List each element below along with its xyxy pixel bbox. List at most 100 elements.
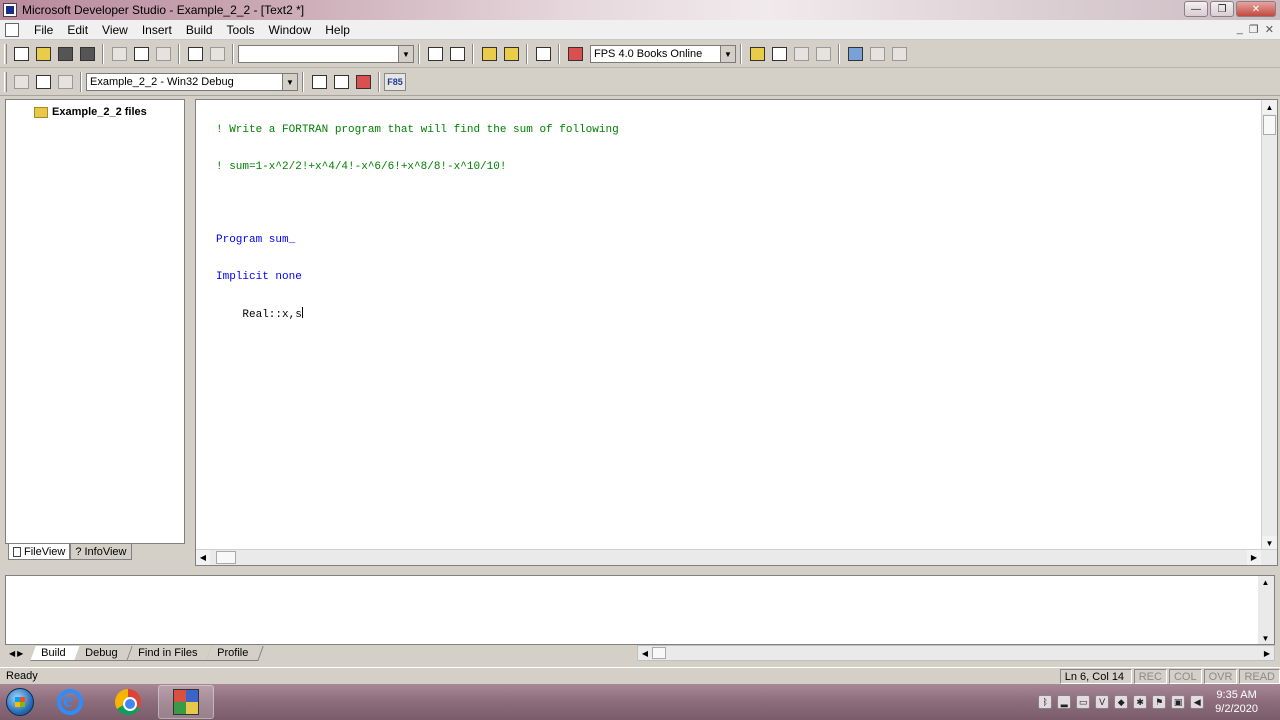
app-icon[interactable]: [3, 3, 17, 17]
hscroll-thumb[interactable]: [652, 647, 666, 659]
search-next-button[interactable]: [500, 43, 522, 65]
previous-topic-button[interactable]: [790, 43, 812, 65]
find-combo-dropdown-icon[interactable]: ▼: [398, 45, 414, 63]
menu-help[interactable]: Help: [318, 20, 357, 40]
code-editor[interactable]: ! Write a FORTRAN program that will find…: [195, 99, 1278, 566]
toolbar-grip[interactable]: [4, 72, 7, 92]
taskbar-internet-explorer[interactable]: [42, 685, 98, 719]
books-combo-dropdown-icon[interactable]: ▼: [720, 45, 736, 63]
output-window[interactable]: ▲ ▼: [5, 575, 1275, 645]
mdi-restore-button[interactable]: ❐: [1249, 23, 1259, 36]
new-file-button[interactable]: [10, 43, 32, 65]
save-button[interactable]: [54, 43, 76, 65]
menu-window[interactable]: Window: [262, 20, 319, 40]
next-topic-button[interactable]: [812, 43, 834, 65]
scroll-thumb[interactable]: [1263, 115, 1276, 135]
title-bar[interactable]: Microsoft Developer Studio - Example_2_2…: [0, 0, 1280, 20]
scroll-down-icon[interactable]: ▼: [1262, 536, 1277, 550]
bluetooth-icon[interactable]: ᛒ: [1038, 695, 1053, 709]
menu-edit[interactable]: Edit: [60, 20, 95, 40]
output-horizontal-scrollbar[interactable]: ◀ ▶: [637, 645, 1275, 661]
replace-button[interactable]: [446, 43, 468, 65]
scroll-left-icon[interactable]: ◀: [196, 550, 210, 565]
signal-icon[interactable]: ▂: [1057, 695, 1072, 709]
tab-build[interactable]: Build: [30, 645, 82, 661]
hscroll-thumb[interactable]: [216, 551, 236, 564]
home-button[interactable]: [564, 43, 586, 65]
close-button[interactable]: ✕: [1236, 1, 1276, 17]
scroll-right-icon[interactable]: ▶: [1247, 550, 1261, 565]
tab-debug[interactable]: Debug: [74, 645, 134, 661]
cut-button[interactable]: [108, 43, 130, 65]
tab-find-in-files[interactable]: Find in Files: [127, 645, 213, 661]
find-combo[interactable]: [238, 45, 398, 63]
find-in-files-button[interactable]: [424, 43, 446, 65]
monitor-icon[interactable]: ▭: [1076, 695, 1091, 709]
editor-vertical-scrollbar[interactable]: ▲ ▼: [1261, 100, 1277, 550]
flag-icon[interactable]: ⚑: [1152, 695, 1167, 709]
scroll-up-icon[interactable]: ▲: [1258, 576, 1273, 588]
start-button[interactable]: [0, 684, 40, 720]
breakpoint-button[interactable]: [330, 71, 352, 93]
open-button[interactable]: [32, 43, 54, 65]
menu-view[interactable]: View: [95, 20, 135, 40]
menu-build[interactable]: Build: [179, 20, 220, 40]
code-content[interactable]: ! Write a FORTRAN program that will find…: [216, 100, 619, 346]
paste-button[interactable]: [152, 43, 174, 65]
mdi-close-button[interactable]: ✕: [1265, 23, 1274, 36]
document-icon[interactable]: [5, 22, 19, 37]
tree-root-item[interactable]: Example_2_2 files: [34, 106, 147, 118]
compile-button[interactable]: [10, 71, 32, 93]
tab-prev-icon[interactable]: ◀: [9, 649, 15, 658]
output-vertical-scrollbar[interactable]: ▲ ▼: [1258, 576, 1274, 644]
shield-icon[interactable]: ◆: [1114, 695, 1129, 709]
copy-button[interactable]: [130, 43, 152, 65]
maximize-button[interactable]: ❐: [1210, 1, 1234, 17]
go-button[interactable]: [308, 71, 330, 93]
clock[interactable]: 9:35 AM 9/2/2020: [1215, 688, 1258, 716]
menu-file[interactable]: File: [27, 20, 60, 40]
next-match-button[interactable]: [888, 43, 910, 65]
search-books-button[interactable]: [746, 43, 768, 65]
menu-insert[interactable]: Insert: [135, 20, 179, 40]
output-window-button[interactable]: [532, 43, 554, 65]
scroll-left-icon[interactable]: ◀: [638, 646, 652, 660]
build-button[interactable]: [32, 71, 54, 93]
save-all-button[interactable]: [76, 43, 98, 65]
editor-horizontal-scrollbar[interactable]: ◀ ▶: [196, 549, 1277, 565]
tab-next-icon[interactable]: ▶: [17, 649, 23, 658]
previous-match-button[interactable]: [866, 43, 888, 65]
f85-button[interactable]: F85: [384, 73, 406, 91]
taskbar-chrome[interactable]: [100, 685, 156, 719]
books-online-combo[interactable]: FPS 4.0 Books Online: [590, 45, 720, 63]
menu-tools[interactable]: Tools: [220, 20, 262, 40]
remove-breakpoints-button[interactable]: [352, 71, 374, 93]
scroll-up-icon[interactable]: ▲: [1262, 100, 1277, 114]
configuration-combo[interactable]: Example_2_2 - Win32 Debug: [86, 73, 282, 91]
redo-button[interactable]: [206, 43, 228, 65]
workspace-pane: Example_2_2 files: [5, 99, 185, 544]
stop-build-button[interactable]: [54, 71, 76, 93]
tab-fileview[interactable]: FileView: [8, 544, 71, 560]
search-button[interactable]: [478, 43, 500, 65]
tab-infoview[interactable]: ? InfoView: [70, 544, 132, 560]
taskbar-developer-studio[interactable]: [158, 685, 214, 719]
save-all-icon: [79, 47, 95, 61]
tab-profile[interactable]: Profile: [206, 645, 265, 661]
volume-icon[interactable]: ◀: [1190, 695, 1205, 709]
scroll-right-icon[interactable]: ▶: [1260, 646, 1274, 660]
sync-contents-button[interactable]: [844, 43, 866, 65]
config-combo-dropdown-icon[interactable]: ▼: [282, 73, 298, 91]
scroll-down-icon[interactable]: ▼: [1258, 632, 1273, 644]
display-icon[interactable]: ▣: [1171, 695, 1186, 709]
tab-nav-arrows[interactable]: ◀ ▶: [5, 646, 33, 660]
mdi-minimize-button[interactable]: _: [1237, 23, 1243, 36]
network-icon[interactable]: ✱: [1133, 695, 1148, 709]
minimize-button[interactable]: —: [1184, 1, 1208, 17]
toolbar-separator: [302, 72, 304, 92]
v-icon[interactable]: V: [1095, 695, 1110, 709]
toolbar-grip[interactable]: [4, 44, 7, 64]
undo-button[interactable]: [184, 43, 206, 65]
query-button[interactable]: [768, 43, 790, 65]
